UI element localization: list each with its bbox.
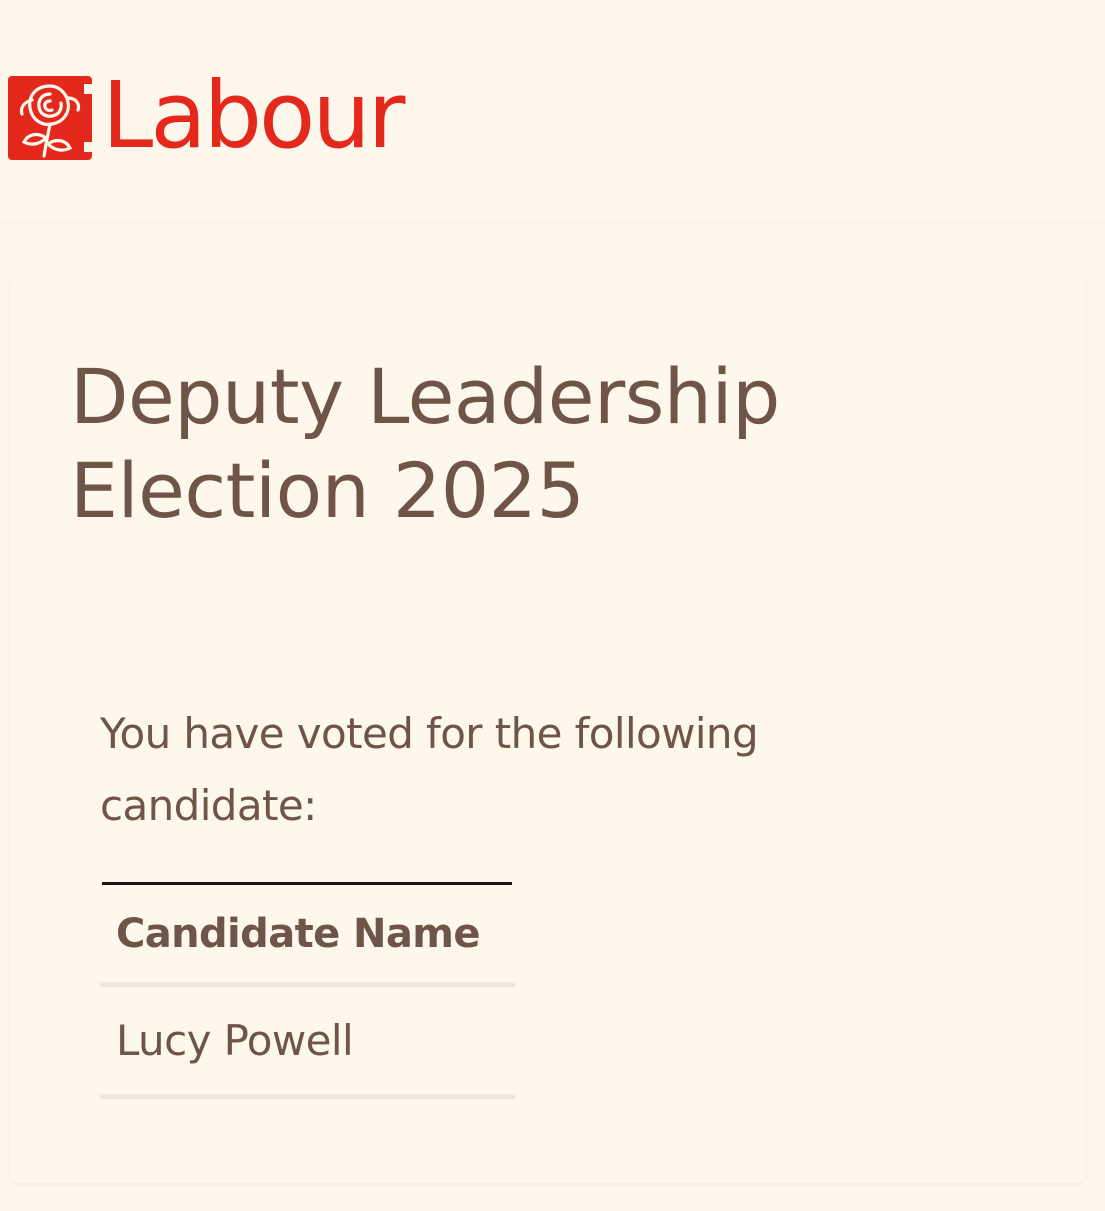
vote-confirmation-message: You have voted for the following candida… (100, 709, 759, 830)
labour-wordmark: Labour (102, 62, 405, 169)
table-row: Lucy Powell (100, 987, 515, 1099)
labour-rose-icon (8, 76, 92, 160)
page-title: Deputy Leadership Election 2025 (70, 352, 780, 535)
vote-summary-table: Candidate Name Lucy Powell (100, 882, 515, 1099)
header-divider-band (0, 220, 1105, 278)
labour-logo[interactable]: Labour (8, 62, 405, 169)
site-header: Labour (0, 0, 1105, 220)
table-header-candidate-name: Candidate Name (100, 885, 515, 987)
